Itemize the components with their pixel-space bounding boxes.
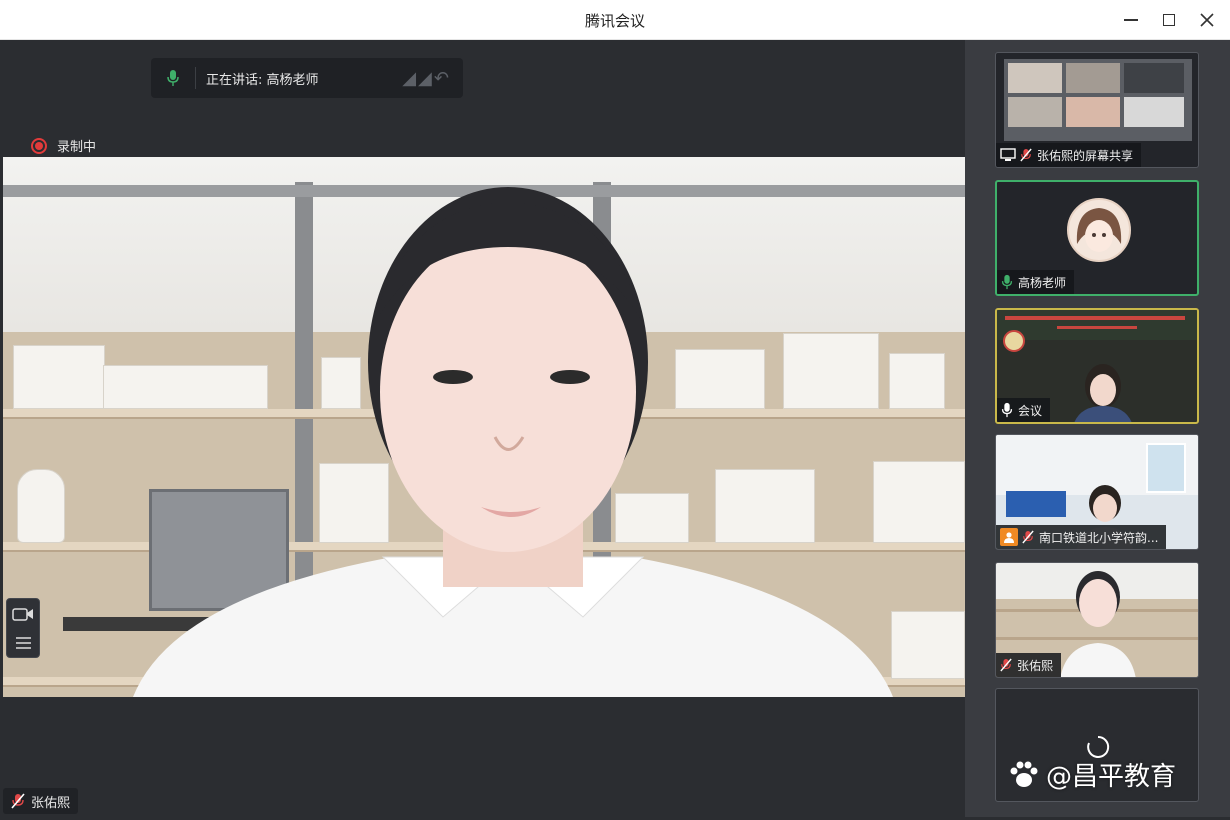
- window-frame: [1146, 443, 1186, 493]
- tile-caption: 张佑熙的屏幕共享: [996, 143, 1142, 167]
- storage-box: [891, 611, 965, 679]
- mic-muted-icon: [1020, 148, 1032, 162]
- tile-name: 张佑熙的屏幕共享: [1037, 148, 1134, 163]
- slide-banner: [997, 310, 1197, 340]
- recording-indicator[interactable]: 录制中: [31, 136, 96, 155]
- tile-caption: 张佑熙: [996, 653, 1062, 677]
- tile-name: 张佑熙: [1017, 658, 1054, 673]
- school-logo: [1003, 330, 1025, 352]
- record-icon: [31, 137, 47, 154]
- participant-tile-self[interactable]: 张佑熙: [995, 562, 1199, 678]
- speaking-indicator: 正在讲话: 高杨老师 ◢◢↶: [151, 58, 463, 98]
- tile-caption: 高杨老师: [997, 270, 1075, 294]
- camera-icon: [12, 607, 33, 621]
- maximize-button[interactable]: [1156, 8, 1182, 32]
- main-participant-name: 张佑熙: [31, 795, 71, 811]
- divider: [195, 67, 196, 89]
- participant-tile-meeting[interactable]: 会议: [995, 308, 1199, 424]
- tile-name: 南口铁道北小学符韵...: [1039, 530, 1159, 545]
- avatar: [1067, 198, 1131, 262]
- mic-icon: [1001, 402, 1013, 418]
- participant-panel: 张佑熙的屏幕共享 高杨老师 会议 南口铁道北小学符韵... 张佑熙: [965, 40, 1230, 817]
- tile-name: 会议: [1018, 403, 1043, 418]
- storage-box: [13, 345, 105, 409]
- mic-active-icon: [151, 69, 195, 87]
- main-participant-tag: 张佑熙: [3, 788, 79, 814]
- participant-thumbnail-person: [1060, 571, 1136, 677]
- recording-label: 录制中: [57, 140, 97, 155]
- speaker-bars-icon: ◢◢↶: [402, 67, 451, 89]
- participant-person: [133, 187, 893, 697]
- screen-share-icon: [1000, 148, 1016, 161]
- screen-share-thumbnail: [1004, 59, 1192, 141]
- participant-tile-screen-share[interactable]: 张佑熙的屏幕共享: [995, 52, 1199, 168]
- maximize-icon: [1163, 14, 1175, 26]
- tile-caption: 会议: [997, 398, 1051, 422]
- close-icon: [1200, 13, 1214, 27]
- vase: [17, 469, 65, 543]
- title-bar: 腾讯会议: [0, 0, 1230, 40]
- mic-muted-icon: [1022, 530, 1034, 544]
- list-icon: [16, 636, 31, 649]
- participant-tile-avatar[interactable]: 高杨老师: [995, 180, 1199, 296]
- watermark: @昌平教育: [1008, 756, 1176, 793]
- side-toolbar[interactable]: [6, 598, 40, 658]
- participant-tile-classroom[interactable]: 南口铁道北小学符韵...: [995, 434, 1199, 550]
- user-icon: [1000, 528, 1018, 546]
- meeting-window: 腾讯会议 正在讲话: 高杨老师 ◢◢↶ 录制中 张佑熙 张佑熙的屏幕共享 高杨老…: [0, 0, 1230, 820]
- mic-muted-icon: [11, 793, 25, 809]
- minimize-button[interactable]: [1118, 8, 1144, 32]
- window-title: 腾讯会议: [584, 12, 645, 30]
- blue-sofa: [1006, 491, 1066, 517]
- minimize-icon: [1124, 19, 1138, 21]
- participant-thumbnail-person: [1074, 364, 1132, 422]
- paw-logo-icon: [1010, 761, 1038, 787]
- tile-caption: 南口铁道北小学符韵...: [996, 525, 1167, 549]
- tile-name: 高杨老师: [1018, 275, 1067, 290]
- mic-active-icon: [1001, 274, 1013, 290]
- speaking-label: 正在讲话: 高杨老师: [206, 72, 319, 88]
- main-video-feed[interactable]: [3, 157, 965, 697]
- book-stack: [889, 353, 945, 409]
- close-button[interactable]: [1194, 8, 1220, 32]
- watermark-text: @昌平教育: [1046, 762, 1177, 792]
- mic-muted-icon: [1000, 658, 1012, 672]
